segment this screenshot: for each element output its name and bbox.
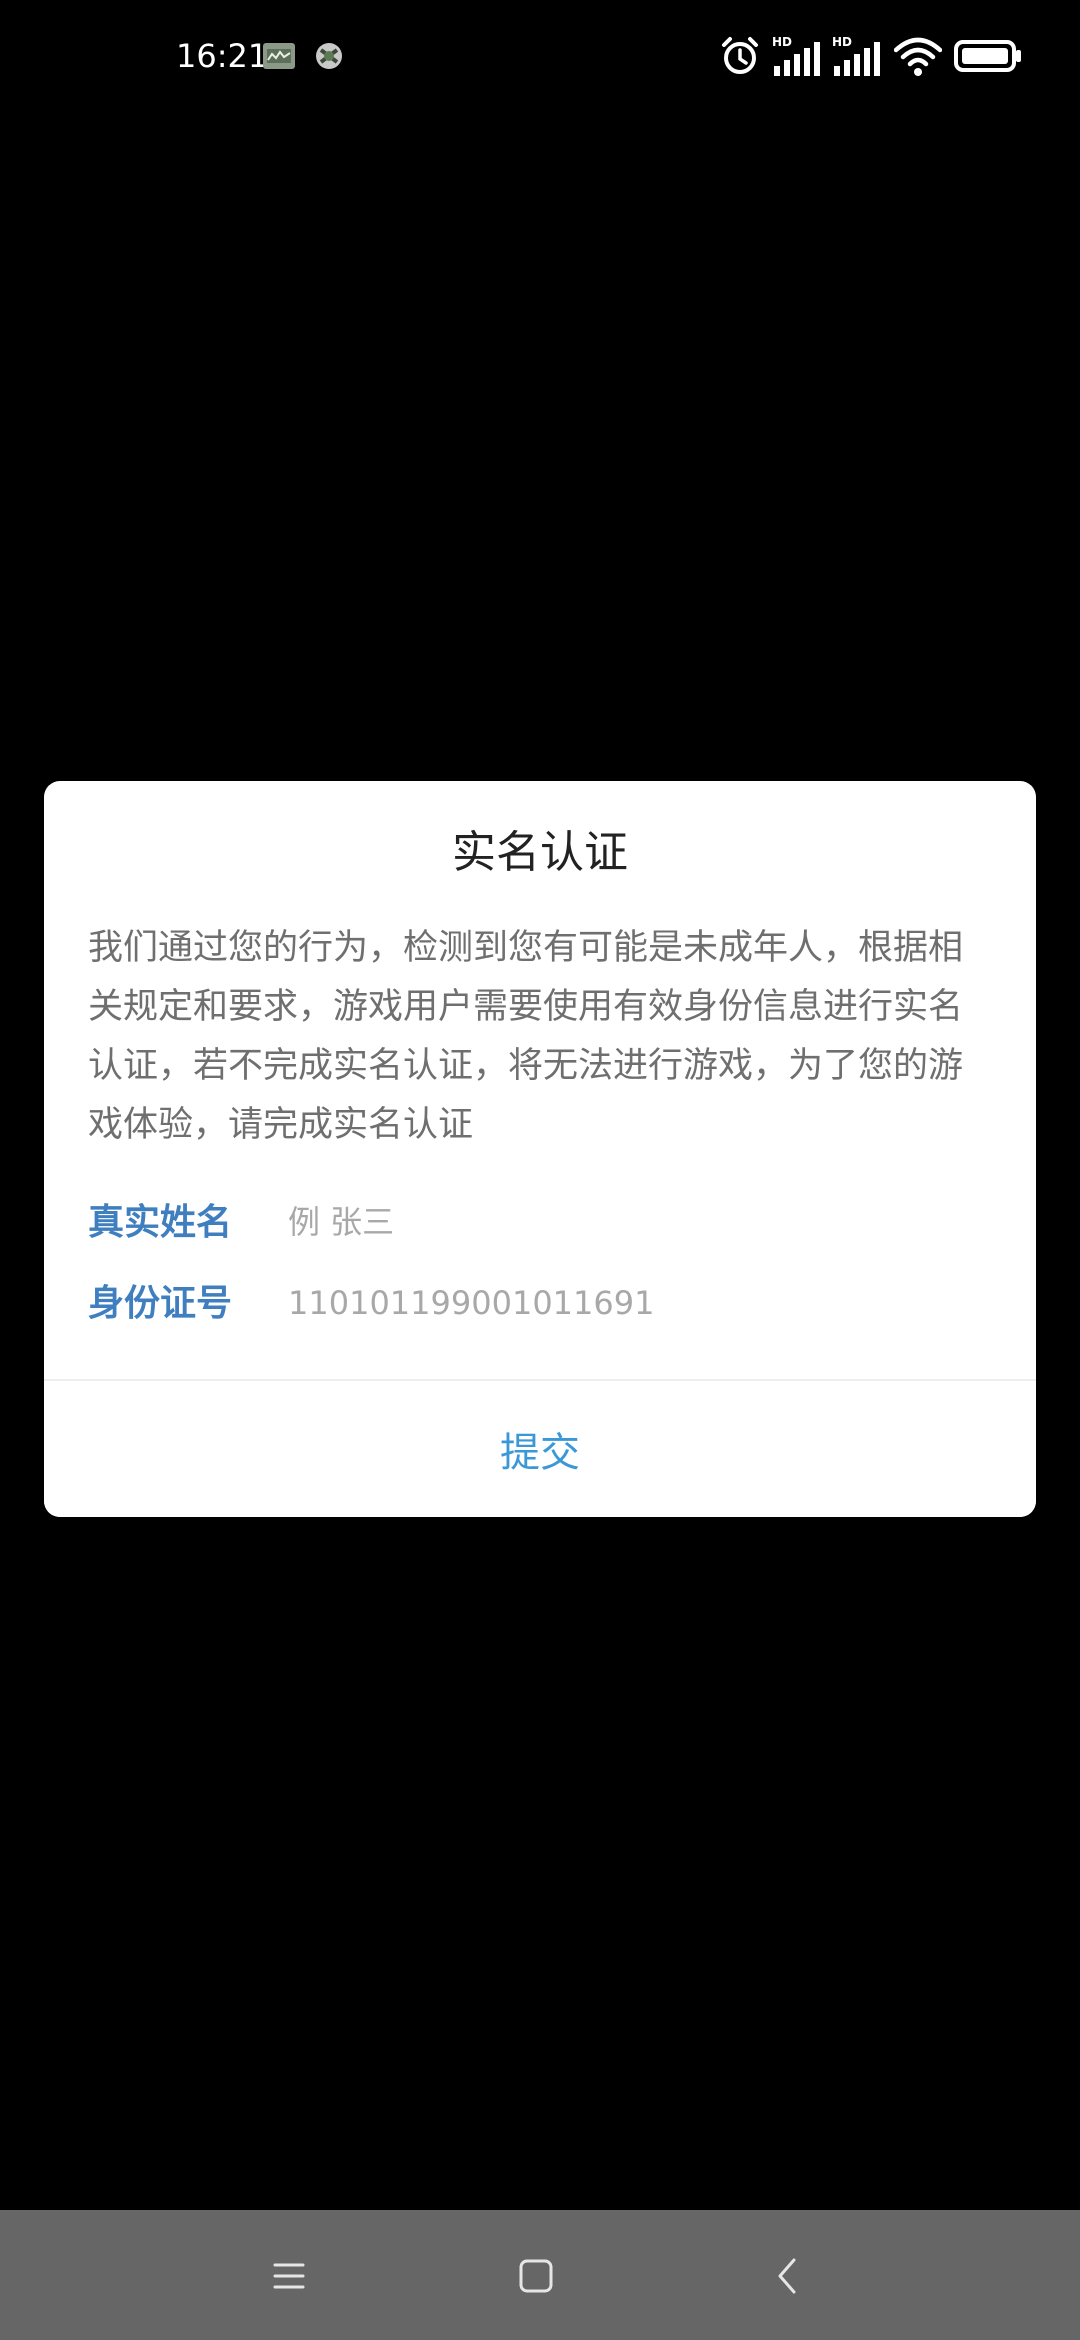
hd-badge: HD bbox=[832, 35, 852, 49]
name-label: 真实姓名 bbox=[88, 1201, 233, 1243]
dialog-message: 我们通过您的行为，检测到您有可能是未成年人，根据相关规定和要求，游戏用户需要使用… bbox=[88, 928, 964, 1145]
back-button[interactable] bbox=[752, 2240, 824, 2312]
status-bar: 16:21 HD HD bbox=[0, 0, 1080, 118]
alarm-clock-icon bbox=[722, 37, 758, 74]
home-button[interactable] bbox=[500, 2240, 572, 2312]
notification-app-icon bbox=[263, 43, 295, 69]
real-name-verification-dialog: 实名认证 我们通过您的行为，检测到您有可能是未成年人，根据相关规定和要求，游戏用… bbox=[44, 781, 1036, 1517]
wifi-icon bbox=[894, 37, 942, 76]
submit-button[interactable]: 提交 bbox=[44, 1381, 1036, 1517]
dialog-title: 实名认证 bbox=[452, 827, 628, 878]
navigation-bar bbox=[0, 2210, 1080, 2340]
name-input[interactable] bbox=[288, 1196, 968, 1248]
recent-apps-button[interactable] bbox=[253, 2240, 325, 2312]
notification-game-icon bbox=[316, 43, 342, 69]
screen: 16:21 HD HD 实名认证 我们通过您的行为，检测到您有可能是未成年人，根… bbox=[0, 0, 1080, 2340]
hd-badge: HD bbox=[772, 35, 792, 49]
name-row: 真实姓名 bbox=[88, 1190, 992, 1254]
home-icon bbox=[519, 2259, 553, 2293]
cell-signal-icon: HD bbox=[832, 35, 880, 76]
back-icon bbox=[778, 2258, 796, 2294]
id-number-input[interactable] bbox=[288, 1277, 968, 1329]
menu-icon bbox=[273, 2263, 305, 2289]
id-number-label: 身份证号 bbox=[88, 1282, 233, 1324]
battery-icon bbox=[954, 40, 1021, 72]
status-time: 16:21 bbox=[176, 37, 269, 75]
id-number-row: 身份证号 bbox=[88, 1271, 992, 1335]
cell-signal-icon: HD bbox=[772, 35, 820, 76]
